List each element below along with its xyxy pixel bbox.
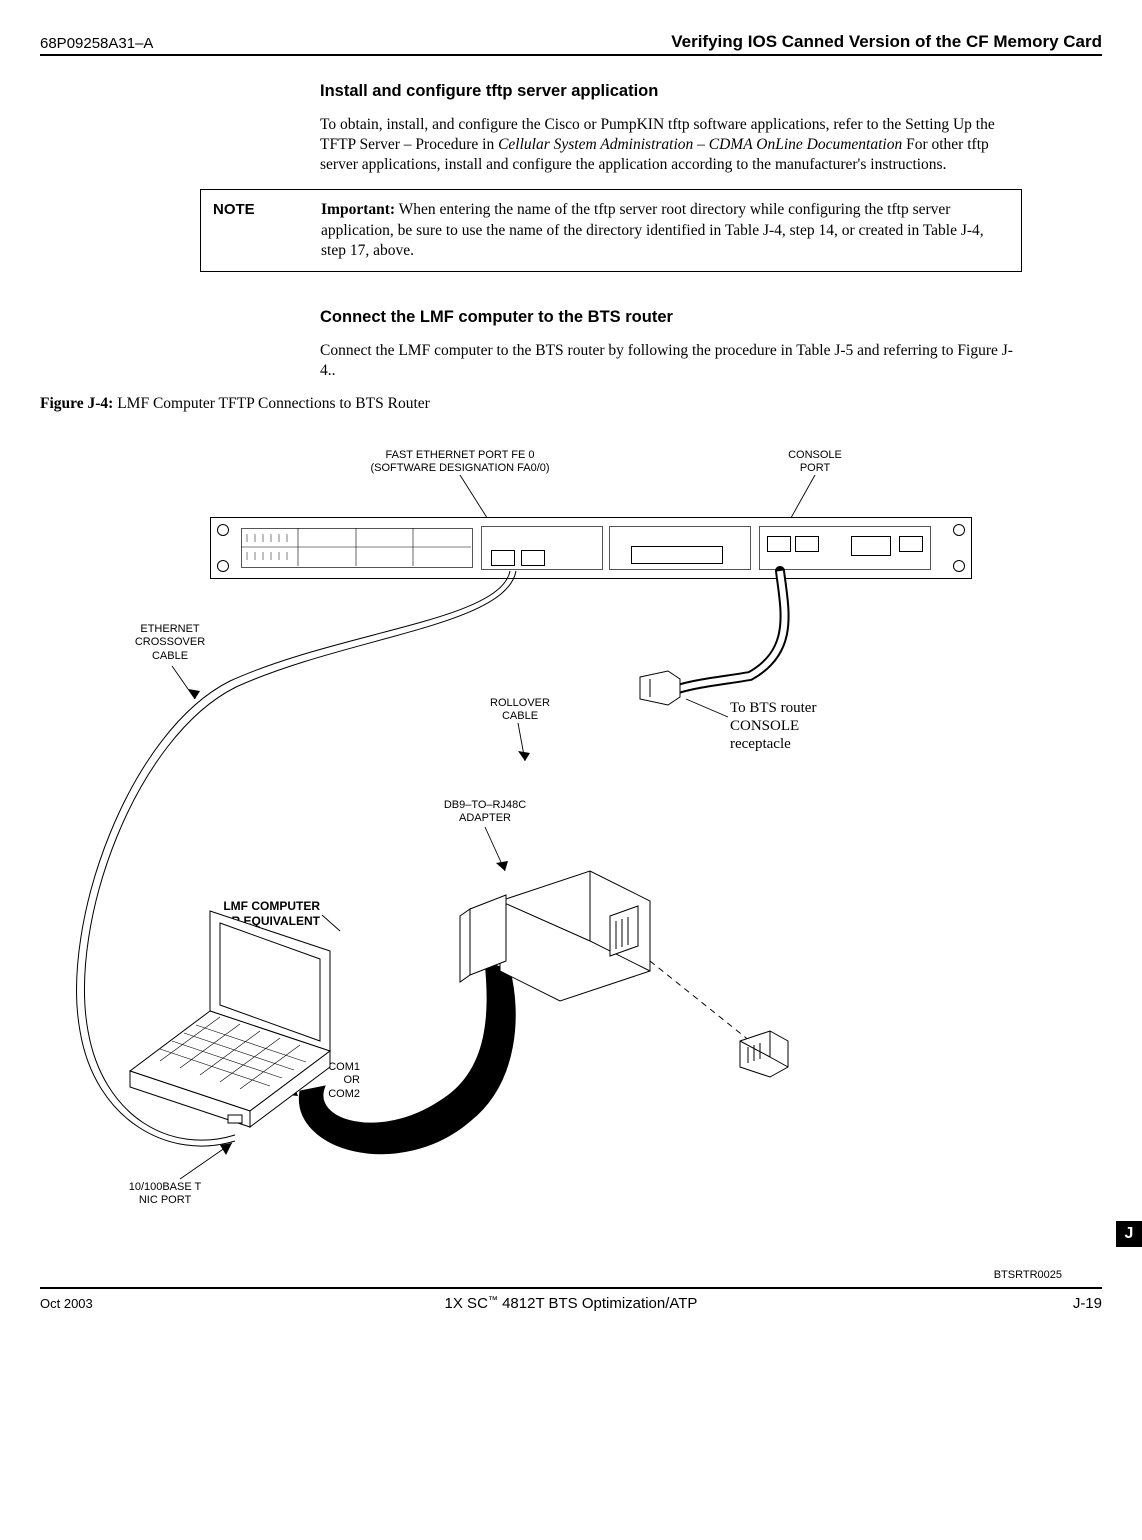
section-tab: J (1116, 1221, 1142, 1247)
section-paragraph-tftp: To obtain, install, and configure the Ci… (320, 115, 1022, 175)
document-number: 68P09258A31–A (40, 35, 153, 52)
note-text: When entering the name of the tftp serve… (321, 201, 984, 258)
figure-reference-id: BTSRTR0025 (994, 1269, 1062, 1281)
note-important: Important: (321, 201, 395, 218)
note-box: NOTE Important: When entering the name o… (200, 189, 1022, 271)
para-italic: Cellular System Administration – CDMA On… (498, 136, 902, 153)
db9-adapter-icon (460, 861, 680, 1011)
footer-title: 1X SC™ 4812T BTS Optimization/ATP (40, 1295, 1102, 1312)
figure-caption: Figure J-4: LMF Computer TFTP Connection… (40, 395, 1102, 413)
section-heading-tftp: Install and configure tftp server applic… (320, 82, 1102, 101)
section-paragraph-connect: Connect the LMF computer to the BTS rout… (320, 341, 1022, 381)
figure-caption-bold: Figure J-4: (40, 395, 113, 412)
laptop-icon (120, 901, 380, 1161)
trademark-icon: ™ (488, 1295, 498, 1306)
figure-area: FAST ETHERNET PORT FE 0 (SOFTWARE DESIGN… (40, 421, 1102, 1281)
page-header: 68P09258A31–A Verifying IOS Canned Versi… (40, 32, 1102, 56)
page-footer: Oct 2003 1X SC™ 4812T BTS Optimization/A… (40, 1287, 1102, 1312)
section-heading-connect: Connect the LMF computer to the BTS rout… (320, 308, 1102, 327)
page-title: Verifying IOS Canned Version of the CF M… (671, 32, 1102, 52)
note-body: Important: When entering the name of the… (321, 200, 1009, 260)
figure-caption-text: LMF Computer TFTP Connections to BTS Rou… (113, 395, 429, 412)
note-label: NOTE (213, 200, 321, 260)
